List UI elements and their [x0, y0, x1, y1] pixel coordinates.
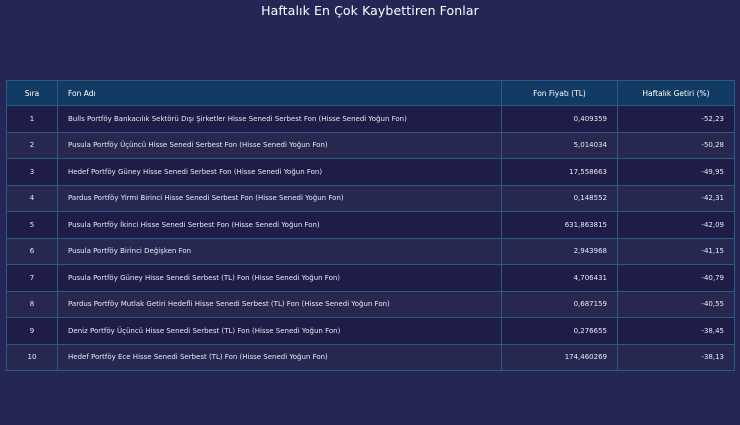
table-row: 8 Pardus Portföy Mutlak Getiri Hedefli Hi… — [6, 290, 735, 318]
cell-fund-name: Pusula Portföy Üçüncü Hisse Senedi Serbe… — [57, 131, 502, 159]
table-row: 6 Pusula Portföy Birinci Değişken Fon 2,94… — [6, 237, 735, 265]
cell-price: 0,409359 — [501, 105, 618, 133]
cell-price: 174,460269 — [501, 343, 618, 371]
cell-fund-name: Pardus Portföy Mutlak Getiri Hedefli His… — [57, 290, 502, 318]
table-body: 1 Bulls Portföy Bankacılık Sektörü Dışı Ş… — [6, 105, 735, 371]
column-header-rank: Sıra — [6, 80, 58, 106]
cell-fund-name: Bulls Portföy Bankacılık Sektörü Dışı Şi… — [57, 105, 502, 133]
table-row: 4 Pardus Portföy Yirmi Birinci Hisse Sene… — [6, 184, 735, 212]
cell-weekly-return: -40,55 — [617, 290, 735, 318]
cell-rank: 7 — [6, 264, 58, 292]
table-row: 7 Pusula Portföy Güney Hisse Senedi Serbe… — [6, 264, 735, 292]
cell-fund-name: Hedef Portföy Ece Hisse Senedi Serbest (… — [57, 343, 502, 371]
cell-rank: 8 — [6, 290, 58, 318]
cell-weekly-return: -41,15 — [617, 237, 735, 265]
cell-rank: 6 — [6, 237, 58, 265]
chart-title: Haftalık En Çok Kaybettiren Fonlar — [261, 3, 479, 18]
cell-price: 0,687159 — [501, 290, 618, 318]
funds-table: Sıra Fon Adı Fon Fiyatı (TL) Haftalık Ge… — [6, 80, 735, 371]
cell-price: 631,863815 — [501, 211, 618, 239]
cell-fund-name: Pardus Portföy Yirmi Birinci Hisse Sened… — [57, 184, 502, 212]
table-row: 5 Pusula Portföy İkinci Hisse Senedi Serb… — [6, 211, 735, 239]
cell-weekly-return: -42,09 — [617, 211, 735, 239]
cell-rank: 4 — [6, 184, 58, 212]
cell-rank: 5 — [6, 211, 58, 239]
column-header-price: Fon Fiyatı (TL) — [501, 80, 618, 106]
cell-rank: 10 — [6, 343, 58, 371]
cell-price: 17,558663 — [501, 158, 618, 186]
table-row: 9 Deniz Portföy Üçüncü Hisse Senedi Serbe… — [6, 317, 735, 345]
cell-fund-name: Pusula Portföy İkinci Hisse Senedi Serbe… — [57, 211, 502, 239]
cell-weekly-return: -38,13 — [617, 343, 735, 371]
cell-fund-name: Hedef Portföy Güney Hisse Senedi Serbest… — [57, 158, 502, 186]
table-row: 10 Hedef Portföy Ece Hisse Senedi Serbest… — [6, 343, 735, 371]
cell-price: 0,276655 — [501, 317, 618, 345]
cell-fund-name: Deniz Portföy Üçüncü Hisse Senedi Serbes… — [57, 317, 502, 345]
cell-rank: 9 — [6, 317, 58, 345]
cell-rank: 1 — [6, 105, 58, 133]
cell-rank: 2 — [6, 131, 58, 159]
cell-weekly-return: -40,79 — [617, 264, 735, 292]
cell-price: 4,706431 — [501, 264, 618, 292]
cell-weekly-return: -52,23 — [617, 105, 735, 133]
cell-price: 2,943968 — [501, 237, 618, 265]
table-row: 1 Bulls Portföy Bankacılık Sektörü Dışı Ş… — [6, 105, 735, 133]
cell-weekly-return: -38,45 — [617, 317, 735, 345]
cell-fund-name: Pusula Portföy Güney Hisse Senedi Serbes… — [57, 264, 502, 292]
cell-weekly-return: -50,28 — [617, 131, 735, 159]
cell-price: 5,014034 — [501, 131, 618, 159]
column-header-weekly-return: Haftalık Getiri (%) — [617, 80, 735, 106]
cell-weekly-return: -42,31 — [617, 184, 735, 212]
table-header-row: Sıra Fon Adı Fon Fiyatı (TL) Haftalık Ge… — [6, 80, 735, 106]
cell-price: 0,148552 — [501, 184, 618, 212]
cell-fund-name: Pusula Portföy Birinci Değişken Fon — [57, 237, 502, 265]
column-header-fund-name: Fon Adı — [57, 80, 502, 106]
table-row: 2 Pusula Portföy Üçüncü Hisse Senedi Serb… — [6, 131, 735, 159]
table-row: 3 Hedef Portföy Güney Hisse Senedi Serbes… — [6, 158, 735, 186]
cell-weekly-return: -49,95 — [617, 158, 735, 186]
cell-rank: 3 — [6, 158, 58, 186]
